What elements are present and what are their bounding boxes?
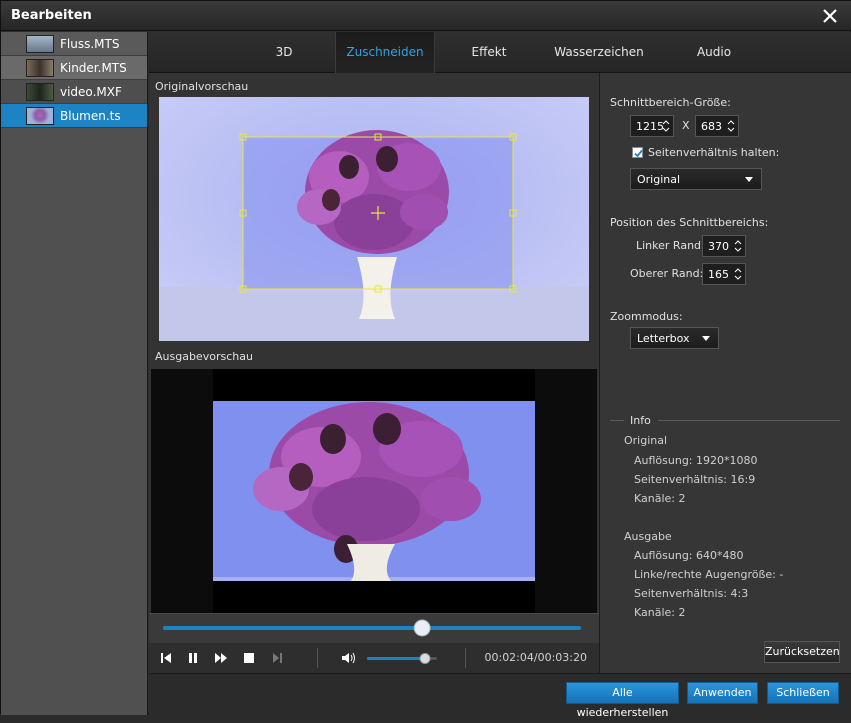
spinner-arrows-icon[interactable] [662,118,670,134]
zoom-mode-dropdown[interactable]: Letterbox [630,327,719,349]
previous-frame-icon[interactable] [159,651,173,665]
seek-bar[interactable] [149,613,599,643]
file-thumbnail [26,34,54,53]
info-output-channels: Kanäle: 2 [634,606,686,619]
separator [317,648,318,668]
file-list: Fluss.MTS Kinder.MTS video.MXF Blumen.ts [1,32,148,715]
file-name: video.MXF [60,84,122,99]
info-original-resolution: Auflösung: 1920*1080 [634,454,758,467]
stop-icon[interactable] [242,651,256,665]
pause-icon[interactable] [186,651,200,665]
aspect-ratio-value: Original [637,173,681,186]
tab-watermark[interactable]: Wasserzeichen [549,32,649,73]
info-divider-left [610,420,624,421]
tab-bar: 3D Zuschneiden Effekt Wasserzeichen Audi… [149,32,851,73]
info-divider-right [658,420,840,421]
left-margin-label: Linker Rand: [636,239,705,252]
file-item-kinder[interactable]: Kinder.MTS [1,56,147,80]
left-margin-input[interactable]: 370 [702,235,746,257]
crop-position-label: Position des Schnittbereichs: [610,216,769,229]
keep-ratio-label: Seitenverhältnis halten: [648,146,780,159]
output-preview-label: Ausgabevorschau [155,350,253,363]
original-preview [159,97,589,341]
crop-width-input[interactable]: 1215 [630,115,674,137]
separator [465,648,466,668]
crop-settings-panel: Schnittbereich-Größe: 1215 X 683 Seitenv… [599,73,851,673]
crop-height-input[interactable]: 683 [695,115,739,137]
info-original-header: Original [624,434,668,447]
tab-audio[interactable]: Audio [684,32,744,73]
time-display: 00:02:04/00:03:20 [484,651,587,664]
tab-effect[interactable]: Effekt [459,32,519,73]
zoom-mode-label: Zoommodus: [610,310,683,323]
info-header: Info [630,414,651,427]
original-preview-label: Originalvorschau [155,80,249,93]
original-preview-image [159,97,589,341]
restore-all-button[interactable]: Alle wiederherstellen [566,682,679,719]
file-name: Blumen.ts [60,108,121,123]
info-output-ratio: Seitenverhältnis: 4:3 [634,587,749,600]
keep-ratio-checkbox[interactable] [632,147,643,158]
apply-button[interactable]: Anwenden [687,682,758,704]
file-item-blumen[interactable]: Blumen.ts [1,104,147,128]
next-frame-icon[interactable] [270,651,284,665]
reset-button[interactable]: Zurücksetzen [764,641,840,663]
title-bar: Bearbeiten [1,1,851,31]
chevron-down-icon [745,177,753,182]
top-margin-label: Oberer Rand: [630,267,704,280]
top-margin-value: 165 [708,268,729,281]
spinner-arrows-icon[interactable] [727,118,735,134]
crop-x-separator: X [682,119,690,132]
fast-forward-icon[interactable] [214,651,228,665]
info-original-channels: Kanäle: 2 [634,492,686,505]
preview-pane: Originalvorschau Ausgabevorschau 00:02:0… [149,73,599,673]
file-thumbnail [26,58,54,77]
top-margin-input[interactable]: 165 [702,263,746,285]
output-preview-image [151,369,597,613]
output-preview [151,369,597,613]
seek-progress [163,626,422,630]
info-output-header: Ausgabe [624,530,672,543]
file-item-video[interactable]: video.MXF [1,80,147,104]
tab-3d[interactable]: 3D [259,32,309,73]
window-title: Bearbeiten [11,8,92,23]
left-margin-value: 370 [708,240,729,253]
aspect-ratio-dropdown[interactable]: Original [630,168,762,190]
info-output-eye-size: Linke/rechte Augengröße: - [634,568,784,581]
info-output-resolution: Auflösung: 640*480 [634,549,744,562]
info-original-ratio: Seitenverhältnis: 16:9 [634,473,756,486]
close-icon[interactable] [820,6,840,26]
volume-icon[interactable] [341,651,357,665]
seek-handle[interactable] [413,619,431,637]
close-button[interactable]: Schließen [767,682,839,704]
dialog-footer: Alle wiederherstellen Anwenden Schließen [149,673,851,719]
edit-dialog: Bearbeiten Fluss.MTS Kinder.MTS video.MX… [0,0,851,719]
crop-size-label: Schnittbereich-Größe: [610,96,731,109]
chevron-down-icon [702,336,710,341]
file-name: Kinder.MTS [60,60,127,75]
crop-width-value: 1215 [636,120,664,133]
player-controls: 00:02:04/00:03:20 [149,643,599,673]
file-name: Fluss.MTS [60,36,120,51]
file-thumbnail [26,82,54,101]
file-item-fluss[interactable]: Fluss.MTS [1,32,147,56]
tab-crop[interactable]: Zuschneiden [335,32,435,73]
volume-slider[interactable] [365,650,441,666]
spinner-arrows-icon[interactable] [734,266,742,282]
spinner-arrows-icon[interactable] [734,238,742,254]
crop-height-value: 683 [701,120,722,133]
zoom-mode-value: Letterbox [637,332,690,345]
file-thumbnail [26,106,54,125]
